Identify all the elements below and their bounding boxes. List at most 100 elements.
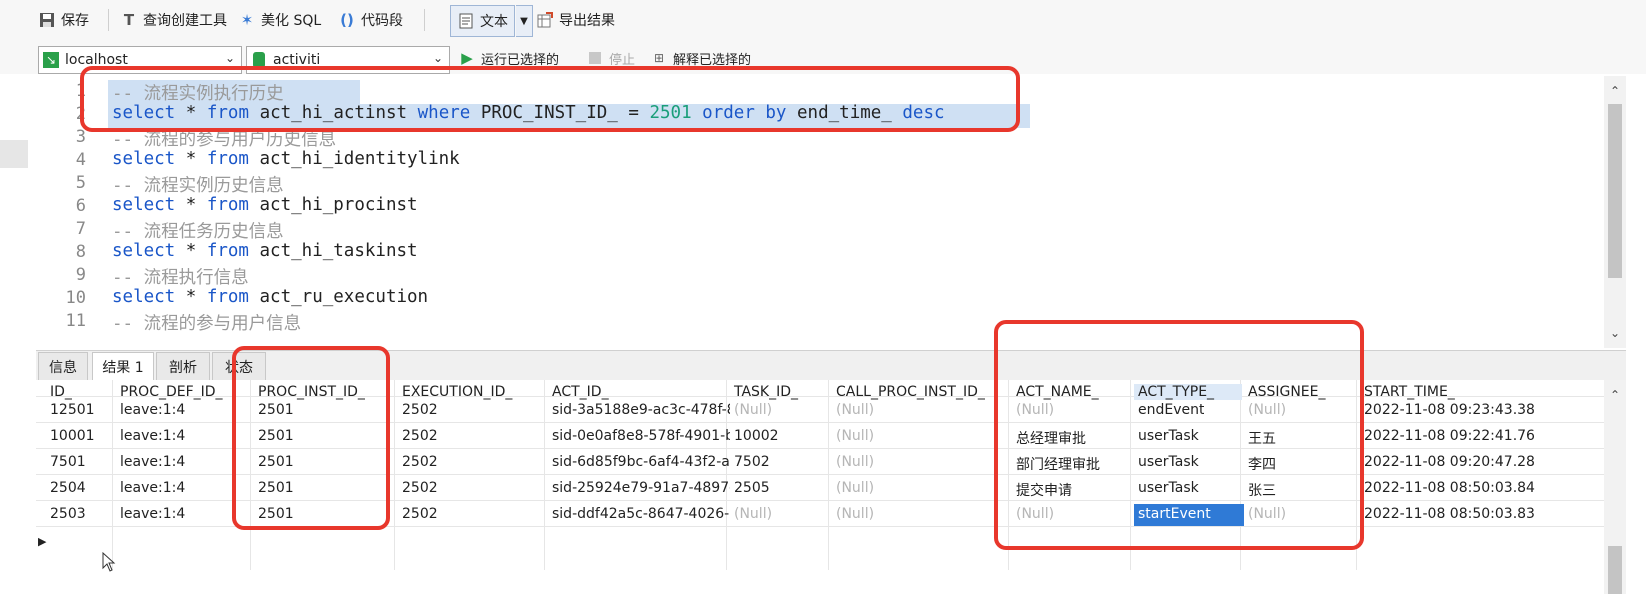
column-divider	[394, 380, 395, 570]
grid-cell[interactable]: leave:1:4	[120, 480, 185, 496]
tab-result-1[interactable]: 结果 1	[92, 352, 154, 381]
run-selected-label: 运行已选择的	[481, 52, 560, 68]
grid-cell[interactable]: 2022-11-08 08:50:03.84	[1364, 480, 1535, 496]
annotation-box-act-columns	[994, 320, 1364, 550]
tab-info[interactable]: 信息	[38, 352, 88, 381]
mouse-cursor-icon	[102, 551, 116, 576]
toolbar-divider	[424, 9, 425, 31]
grid-cell[interactable]: 2503	[50, 506, 86, 522]
grid-cell[interactable]: 7501	[50, 454, 86, 470]
grid-cell[interactable]: (Null)	[836, 454, 874, 470]
query-builder-label: 查询创建工具	[143, 13, 227, 29]
stop-label: 停止	[609, 52, 636, 68]
column-header-task-id[interactable]: TASK_ID_	[734, 384, 798, 400]
line-number: 3	[75, 127, 86, 147]
line-number: 9	[75, 265, 86, 285]
explain-icon: ⊞	[653, 51, 665, 65]
code-snippet-button[interactable]: () 代码段	[338, 8, 403, 32]
save-icon	[38, 11, 56, 29]
grid-cell[interactable]: sid-6d85f9bc-6af4-43f2-a	[552, 454, 730, 470]
beautify-sql-button[interactable]: ✶ 美化 SQL	[238, 8, 321, 32]
line-number: 1	[75, 81, 86, 101]
grid-cell[interactable]: 10001	[50, 428, 95, 444]
grid-cell[interactable]: sid-3a5188e9-ac3c-478f-8	[552, 402, 730, 418]
grid-cell[interactable]: sid-25924e79-91a7-4897-	[552, 480, 730, 496]
side-marker	[0, 140, 28, 168]
save-button[interactable]: 保存	[38, 8, 89, 32]
grid-cell[interactable]: 2502	[402, 454, 438, 470]
code-line-comment: -- 流程执行信息	[112, 268, 249, 288]
code-line-query: select * from act_hi_procinst	[112, 195, 418, 215]
column-header-proc-def-id[interactable]: PROC_DEF_ID_	[120, 384, 223, 400]
grid-cell[interactable]: 7502	[734, 454, 770, 470]
grid-cell[interactable]: (Null)	[734, 506, 772, 522]
column-divider	[112, 380, 113, 570]
line-number: 10	[65, 288, 86, 308]
column-header-call-proc-inst-id[interactable]: CALL_PROC_INST_ID_	[836, 384, 985, 400]
tab-profile[interactable]: 剖析	[156, 352, 210, 381]
grid-cell[interactable]: leave:1:4	[120, 454, 185, 470]
grid-cell[interactable]: 2502	[402, 428, 438, 444]
column-header-execution-id[interactable]: EXECUTION_ID_	[402, 384, 512, 400]
grid-cell[interactable]: (Null)	[734, 402, 772, 418]
text-mode-label: 文本	[480, 14, 508, 30]
chevron-down-icon: ⌄	[224, 51, 235, 65]
grid-cell[interactable]: 2022-11-08 09:22:41.76	[1364, 428, 1535, 444]
grid-cell[interactable]: (Null)	[836, 506, 874, 522]
line-number: 11	[65, 311, 86, 331]
grid-cell[interactable]: (Null)	[836, 402, 874, 418]
chevron-down-icon: ⌄	[432, 51, 443, 65]
column-header-start-time[interactable]: START_TIME_	[1364, 384, 1455, 400]
grid-cell[interactable]: 2502	[402, 506, 438, 522]
grid-cell[interactable]: sid-0e0af8e8-578f-4901-b	[552, 428, 730, 444]
grid-cell[interactable]: (Null)	[836, 480, 874, 496]
editor-scroll-thumb[interactable]	[1608, 104, 1622, 278]
text-mode-dropdown[interactable]: ▼	[516, 5, 533, 37]
grid-cell[interactable]: 12501	[50, 402, 95, 418]
line-number: 8	[75, 242, 86, 262]
grid-cell[interactable]: leave:1:4	[120, 402, 185, 418]
line-number: 5	[75, 173, 86, 193]
query-builder-icon: T	[123, 11, 135, 29]
export-results-label: 导出结果	[559, 13, 615, 29]
export-results-button[interactable]: 导出结果	[536, 8, 615, 32]
grid-cell[interactable]: 2022-11-08 09:20:47.28	[1364, 454, 1535, 470]
grid-cell[interactable]: leave:1:4	[120, 428, 185, 444]
annotation-box-query	[80, 66, 1020, 132]
code-line-query: select * from act_ru_execution	[112, 287, 429, 307]
line-number: 7	[75, 219, 86, 239]
beautify-sql-label: 美化 SQL	[261, 13, 322, 29]
column-header-act-id[interactable]: ACT_ID_	[552, 384, 609, 400]
save-label: 保存	[61, 13, 89, 29]
caret-down-icon: ▼	[520, 15, 528, 27]
grid-cell[interactable]: 2505	[734, 480, 770, 496]
line-number: 2	[75, 104, 86, 124]
grid-scroll-thumb[interactable]	[1608, 546, 1622, 594]
grid-cell[interactable]: 2022-11-08 09:23:43.38	[1364, 402, 1535, 418]
code-line-comment: -- 流程任务历史信息	[112, 222, 284, 242]
query-builder-button[interactable]: T 查询创建工具	[120, 8, 227, 32]
code-snippet-label: 代码段	[361, 13, 403, 29]
grid-cell[interactable]: 2022-11-08 08:50:03.83	[1364, 506, 1535, 522]
scroll-up-icon[interactable]: ⌃	[1610, 388, 1620, 402]
column-header-id[interactable]: ID_	[50, 384, 72, 400]
scroll-down-icon[interactable]: ⌄	[1610, 326, 1620, 340]
annotation-box-proc-inst-column	[232, 346, 390, 530]
magic-wand-icon: ✶	[240, 11, 254, 29]
grid-cell[interactable]: sid-ddf42a5c-8647-4026-	[552, 506, 729, 522]
play-icon: ▶	[461, 49, 473, 67]
grid-cell[interactable]: 2504	[50, 480, 86, 496]
toolbar-divider	[108, 9, 109, 31]
grid-cell[interactable]: leave:1:4	[120, 506, 185, 522]
column-divider	[828, 380, 829, 570]
text-mode-button[interactable]: 文本	[450, 5, 515, 37]
export-grid-icon	[536, 11, 554, 29]
grid-cell[interactable]: (Null)	[836, 428, 874, 444]
grid-cell[interactable]: 2502	[402, 402, 438, 418]
grid-cell[interactable]: 10002	[734, 428, 779, 444]
document-icon	[457, 12, 475, 30]
scroll-up-icon[interactable]: ⌃	[1610, 84, 1620, 98]
grid-cell[interactable]: 2502	[402, 480, 438, 496]
explain-selected-label: 解释已选择的	[673, 52, 752, 68]
code-snippet-icon: ()	[340, 11, 354, 29]
